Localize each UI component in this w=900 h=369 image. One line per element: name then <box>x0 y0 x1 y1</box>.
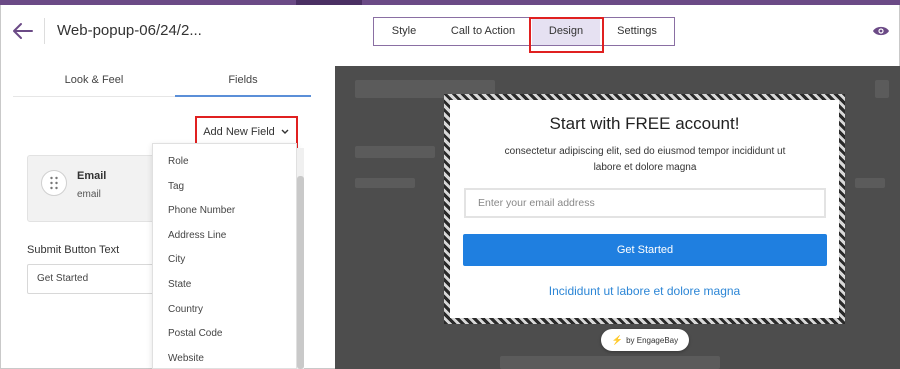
engagebay-badge[interactable]: ⚡ by EngageBay <box>601 329 689 351</box>
dropdown-item-phone-number[interactable]: Phone Number <box>168 205 235 216</box>
field-card-subtitle: email <box>77 189 101 200</box>
dropdown-item-role[interactable]: Role <box>168 156 189 167</box>
ghost-block <box>355 146 435 158</box>
badge-text: by EngageBay <box>626 335 679 345</box>
page-title: Web-popup-06/24/2... <box>57 22 202 39</box>
popup-description: consectetur adipiscing elit, sed do eius… <box>504 146 786 173</box>
dropdown-item-country[interactable]: Country <box>168 304 203 315</box>
top-accent-highlight <box>296 0 362 5</box>
email-input[interactable]: Enter your email address <box>464 188 826 218</box>
dropdown-item-state[interactable]: State <box>168 279 191 290</box>
popup-title: Start with FREE account! <box>549 114 740 133</box>
top-tabs: Style Call to Action Design Settings <box>373 17 675 46</box>
ghost-block <box>500 356 720 369</box>
tab-style[interactable]: Style <box>374 18 434 45</box>
active-tab-indicator <box>175 95 311 97</box>
dropdown-item-city[interactable]: City <box>168 254 185 265</box>
ghost-block <box>855 178 885 188</box>
ghost-block <box>875 80 889 98</box>
submit-button-text-input[interactable]: Get Started <box>27 264 157 294</box>
add-field-dropdown: Role Tag Phone Number Address Line City … <box>152 143 297 369</box>
scrollbar-thumb[interactable] <box>297 176 304 369</box>
dropdown-item-postal-code[interactable]: Postal Code <box>168 328 222 339</box>
dropdown-item-website[interactable]: Website <box>168 353 204 364</box>
tab-look-and-feel[interactable]: Look & Feel <box>13 66 175 96</box>
dropdown-item-tag[interactable]: Tag <box>168 181 184 192</box>
tab-settings[interactable]: Settings <box>606 18 668 45</box>
dropdown-item-address-line[interactable]: Address Line <box>168 230 226 241</box>
top-accent-bar <box>0 0 900 5</box>
get-started-button[interactable]: Get Started <box>463 234 827 266</box>
submit-button-text-label: Submit Button Text <box>27 244 120 256</box>
eye-icon[interactable] <box>872 24 890 38</box>
field-card-title: Email <box>77 170 107 182</box>
lightning-icon: ⚡ <box>611 334 624 345</box>
drag-handle-icon[interactable] <box>41 170 67 196</box>
design-tab-highlight <box>529 17 604 53</box>
ghost-block <box>355 178 415 188</box>
tab-call-to-action[interactable]: Call to Action <box>440 18 526 45</box>
tab-fields[interactable]: Fields <box>175 66 311 96</box>
popup-link[interactable]: Incididunt ut labore et dolore magna <box>450 284 839 298</box>
header-divider <box>44 18 45 44</box>
back-arrow-icon[interactable] <box>12 20 34 42</box>
